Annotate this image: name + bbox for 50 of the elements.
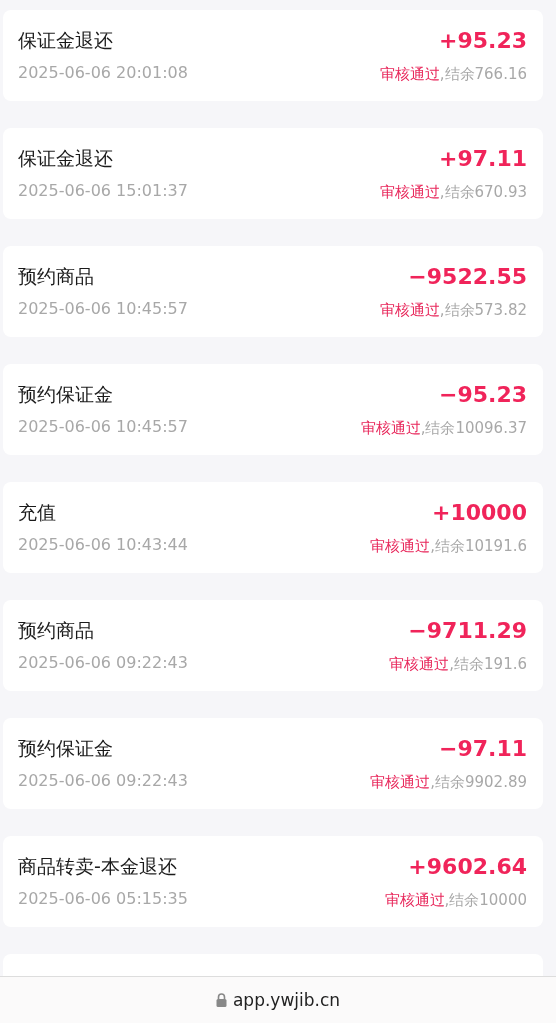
transaction-amount: −9711.29 (408, 617, 527, 644)
address-bar[interactable]: app.ywjib.cn (0, 976, 556, 1023)
status-text: 审核通过 (370, 535, 431, 556)
transaction-amount: −9522.55 (408, 263, 527, 290)
transaction-time: 2025-06-06 09:22:43 (18, 651, 188, 674)
transaction-amount: +9602.64 (408, 853, 527, 880)
transaction-card[interactable]: 预约商品 2025-06-06 10:45:57 −9522.55 审核通过,结余573.82 (3, 246, 543, 337)
status-text: 审核通过 (389, 653, 450, 674)
transaction-time: 2025-06-06 10:45:57 (18, 297, 188, 320)
status-text: 审核通过 (379, 299, 440, 320)
transaction-card[interactable]: 保证金退还 2025-06-06 20:01:08 +95.23 审核通过,结余766.16 (3, 10, 543, 101)
transaction-time: 2025-06-06 20:01:08 (18, 61, 188, 84)
transaction-title: 预约商品 (18, 617, 94, 642)
url-text: app.ywjib.cn (232, 990, 341, 1010)
transaction-card[interactable]: 预约商品 2025-06-06 09:22:43 −9711.29 审核通过,结余191.6 (3, 600, 543, 691)
balance-text: ,结余191.6 (449, 653, 527, 674)
transaction-time: 2025-06-06 05:15:35 (18, 887, 188, 910)
transaction-time: 2025-06-06 10:45:57 (18, 415, 188, 438)
balance-text: ,结余10000 (444, 889, 527, 910)
transaction-title: 保证金退还 (18, 27, 113, 52)
status-text: 审核通过 (379, 181, 440, 202)
transaction-title: 预约保证金 (18, 735, 113, 760)
status-text: 审核通过 (370, 771, 431, 792)
transaction-title: 保证金退还 (18, 145, 113, 170)
transaction-title: 预约保证金 (18, 381, 113, 406)
balance-text: ,结余10096.37 (420, 417, 527, 438)
transaction-title: 充值 (18, 499, 56, 524)
transaction-amount: +95.23 (438, 27, 527, 54)
transaction-card[interactable]: 商品转卖-本金退还 2025-06-06 05:15:35 +9602.64 审核通过,结余10000 (3, 836, 543, 927)
transaction-time: 2025-06-06 09:22:43 (18, 769, 188, 792)
transaction-card[interactable]: 预约保证金 2025-06-06 10:45:57 −95.23 审核通过,结余10096.37 (3, 364, 543, 455)
balance-text: ,结余670.93 (439, 181, 527, 202)
balance-text: ,结余766.16 (439, 63, 527, 84)
status-text: 审核通过 (379, 63, 440, 84)
transaction-card[interactable]: 预约保证金 2025-06-06 09:22:43 −97.11 审核通过,结余9902.89 (3, 718, 543, 809)
transaction-card[interactable]: 保证金退还 2025-06-06 15:01:37 +97.11 审核通过,结余670.93 (3, 128, 543, 219)
transaction-amount: −95.23 (438, 381, 527, 408)
transaction-amount: −97.11 (438, 735, 527, 762)
transaction-time: 2025-06-06 10:43:44 (18, 533, 188, 556)
balance-text: ,结余9902.89 (430, 771, 527, 792)
balance-text: ,结余10191.6 (430, 535, 527, 556)
transaction-title: 商品转卖-本金退还 (18, 853, 177, 878)
status-text: 审核通过 (384, 889, 445, 910)
transaction-amount: +97.11 (438, 145, 527, 172)
transaction-title: 预约商品 (18, 263, 94, 288)
transaction-time: 2025-06-06 15:01:37 (18, 179, 188, 202)
transaction-amount: +10000 (432, 499, 527, 526)
status-text: 审核通过 (360, 417, 421, 438)
transaction-card[interactable]: 充值 2025-06-06 10:43:44 +10000 审核通过,结余10191.6 (3, 482, 543, 573)
balance-text: ,结余573.82 (439, 299, 527, 320)
